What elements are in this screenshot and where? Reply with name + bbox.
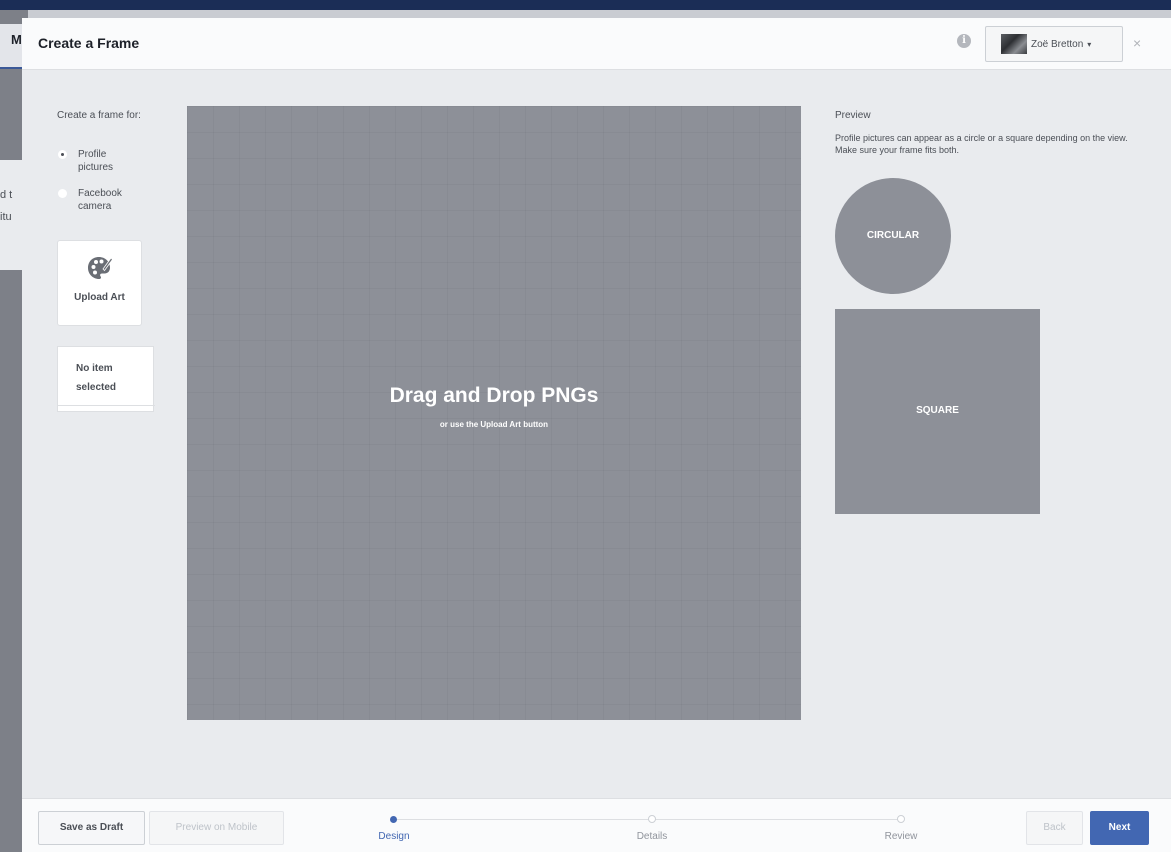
- step-review-dot[interactable]: [897, 815, 905, 823]
- drop-zone-title: Drag and Drop PNGs: [389, 384, 599, 407]
- step-details-label[interactable]: Details: [612, 831, 692, 842]
- radio-selected-icon[interactable]: [58, 150, 67, 159]
- step-review-label[interactable]: Review: [861, 831, 941, 842]
- radio-label: Facebook camera: [78, 188, 122, 212]
- save-as-draft-button[interactable]: Save as Draft: [38, 811, 145, 845]
- radio-facebook-camera[interactable]: Facebook camera: [58, 187, 138, 213]
- frame-for-label: Create a frame for:: [57, 110, 141, 121]
- account-name: Zoë Bretton: [1031, 38, 1084, 50]
- circular-label: CIRCULAR: [866, 230, 920, 241]
- preview-description: Profile pictures can appear as a circle …: [835, 133, 1128, 155]
- avatar: [1001, 34, 1027, 54]
- no-item-selected-text: No item selected: [76, 363, 117, 393]
- radio-label: Profile pictures: [78, 149, 114, 173]
- radio-unselected-icon[interactable]: [58, 189, 67, 198]
- palette-icon: [87, 257, 113, 279]
- progress-steps: [393, 819, 901, 820]
- chevron-down-icon: ▾: [1087, 39, 1092, 49]
- step-design-label[interactable]: Design: [354, 831, 434, 842]
- upload-art-button[interactable]: Upload Art: [57, 240, 142, 326]
- selected-item-panel: No item selected: [57, 346, 155, 412]
- square-preview: SQUARE: [835, 309, 1040, 514]
- step-details-dot[interactable]: [648, 815, 656, 823]
- background-top-bar: [0, 0, 1171, 10]
- modal-header: Create a Frame i Zoë Bretton ▾ ×: [22, 18, 1171, 70]
- preview-title: Preview: [835, 110, 871, 121]
- radio-profile-pictures[interactable]: Profile pictures: [58, 148, 130, 174]
- step-design-dot[interactable]: [390, 816, 397, 823]
- drop-zone-subtitle: or use the Upload Art button: [439, 420, 549, 429]
- preview-on-mobile-button[interactable]: Preview on Mobile: [149, 811, 284, 845]
- info-icon[interactable]: i: [957, 34, 971, 48]
- modal-footer: Save as Draft Preview on Mobile Design D…: [22, 798, 1171, 852]
- modal-title: Create a Frame: [38, 35, 140, 51]
- close-icon[interactable]: ×: [1133, 36, 1141, 50]
- circular-preview: CIRCULAR: [835, 178, 951, 294]
- create-frame-modal: Create a Frame i Zoë Bretton ▾ × Create …: [22, 18, 1171, 852]
- back-button[interactable]: Back: [1026, 811, 1083, 845]
- next-button[interactable]: Next: [1090, 811, 1149, 845]
- square-label: SQUARE: [916, 405, 959, 416]
- frame-canvas-drop-zone[interactable]: Drag and Drop PNGs or use the Upload Art…: [187, 106, 801, 720]
- upload-art-label: Upload Art: [74, 292, 125, 303]
- divider: [58, 405, 155, 406]
- account-switcher-button[interactable]: Zoë Bretton ▾: [985, 26, 1123, 62]
